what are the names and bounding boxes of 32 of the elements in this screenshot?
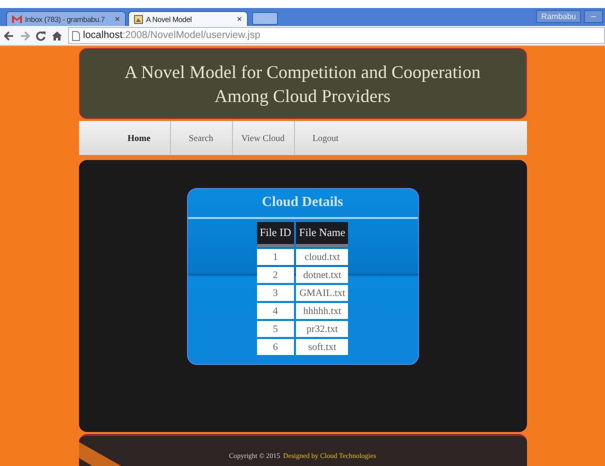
table-cell: dotnet.txt xyxy=(296,267,348,283)
minimize-button[interactable]: – xyxy=(584,10,603,23)
table-cell: GMAIL.txt xyxy=(296,285,348,301)
column-header: File ID xyxy=(256,222,294,247)
table-cell: 2 xyxy=(256,267,294,283)
table-cell: 3 xyxy=(256,285,294,301)
nav-tab[interactable]: Home xyxy=(108,121,170,155)
reload-icon[interactable] xyxy=(36,30,46,40)
table-cell: pr32.txt xyxy=(296,321,348,337)
home-icon[interactable] xyxy=(52,30,62,40)
table-cell: 4 xyxy=(256,303,294,319)
page-icon xyxy=(134,14,143,24)
page-icon xyxy=(72,30,80,40)
close-icon[interactable]: × xyxy=(114,14,120,24)
table-cell: hhhhh.txt xyxy=(296,303,348,319)
column-header: File Name xyxy=(296,222,348,247)
table-cell: 5 xyxy=(256,321,294,337)
nav-tab[interactable]: View Cloud xyxy=(232,121,294,155)
card-title: Cloud Details xyxy=(262,195,344,211)
nav-tab[interactable]: Logout xyxy=(294,121,356,155)
table-cell: cloud.txt xyxy=(296,249,348,265)
url-text: localhost:2008/NovelModel/userview.jsp xyxy=(83,30,260,41)
mail-icon xyxy=(12,15,22,23)
site-title: A Novel Model for Competition and Cooperation Among Cloud Providers xyxy=(124,60,482,108)
back-icon[interactable] xyxy=(4,30,14,40)
close-icon[interactable]: × xyxy=(236,14,242,24)
table-cell: 1 xyxy=(256,249,294,265)
new-tab-button[interactable] xyxy=(252,12,278,25)
table-cell: soft.txt xyxy=(296,339,348,355)
nav-tab[interactable]: Search xyxy=(170,121,232,155)
table-cell: 6 xyxy=(256,339,294,355)
address-bar[interactable]: localhost:2008/NovelModel/userview.jsp xyxy=(68,27,605,44)
